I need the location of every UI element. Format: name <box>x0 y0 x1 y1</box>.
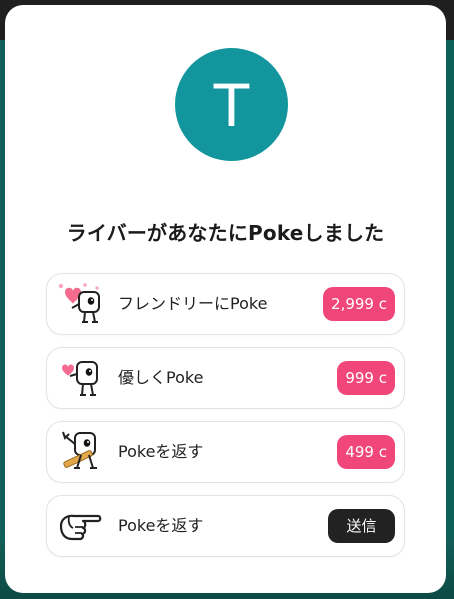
option-gentle-poke[interactable]: 優しくPoke 999 c <box>46 347 405 409</box>
mascot-hearts-icon <box>58 283 100 323</box>
option-friendly-poke[interactable]: フレンドリーにPoke 2,999 c <box>46 273 405 335</box>
option-poke-back-paid[interactable]: Pokeを返す 499 c <box>46 421 405 483</box>
dialog-title: ライバーがあなたにPokeしました <box>66 221 385 245</box>
send-button[interactable]: 送信 <box>328 509 395 543</box>
poke-dialog: T ライバーがあなたにPokeしました フレンドリーにPoke 2,999 c <box>5 5 446 593</box>
price-badge[interactable]: 499 c <box>337 435 395 469</box>
price-badge[interactable]: 2,999 c <box>323 287 395 321</box>
option-label: Pokeを返す <box>118 442 204 461</box>
mascot-heart-icon <box>62 361 98 396</box>
mascot-dance-icon <box>62 431 97 469</box>
option-label: フレンドリーにPoke <box>118 294 268 313</box>
option-label: Pokeを返す <box>118 516 204 535</box>
avatar: T <box>175 48 288 161</box>
option-label: 優しくPoke <box>118 368 204 387</box>
price-badge[interactable]: 999 c <box>337 361 395 395</box>
option-poke-back-free[interactable]: Pokeを返す 送信 <box>46 495 405 557</box>
pointing-hand-icon <box>59 514 102 541</box>
avatar-initial: T <box>213 71 250 140</box>
